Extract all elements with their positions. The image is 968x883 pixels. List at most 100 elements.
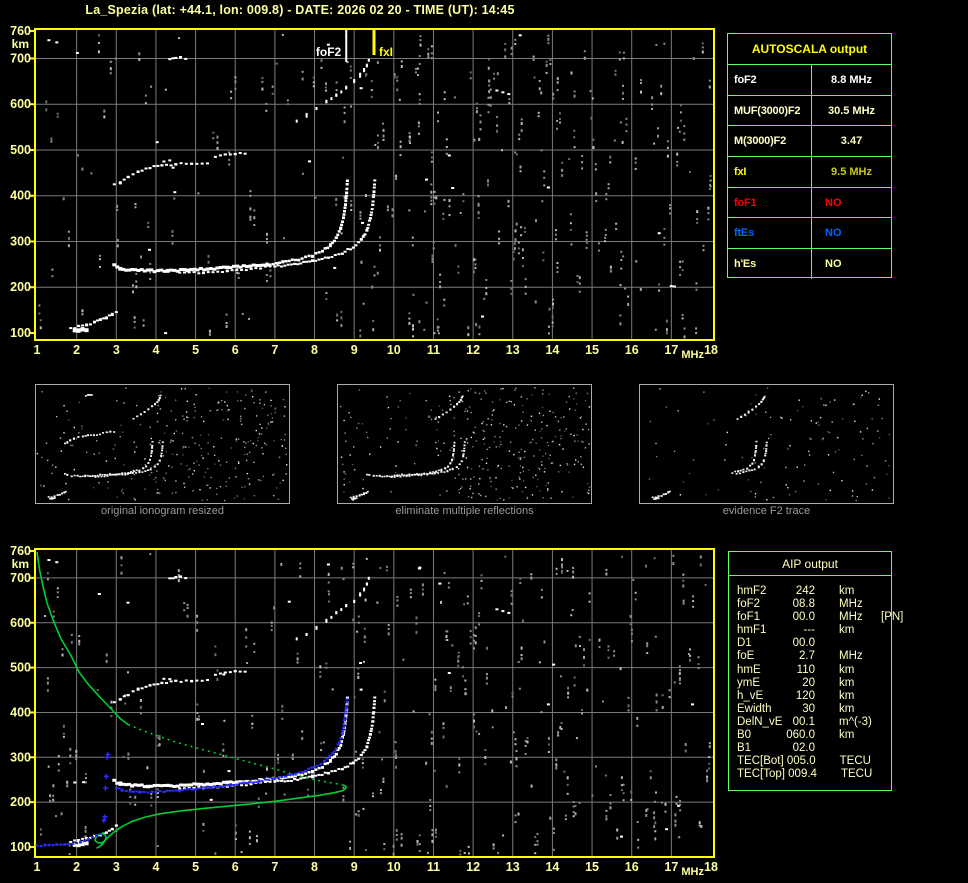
aip-extra [883, 768, 891, 781]
svg-text:2: 2 [73, 343, 80, 357]
parameter-label: fxI [728, 157, 812, 187]
aip-table-rows: hmF2 242 km foF2 08.8 MHz foF1 00.0 MHz [PN] hmF1 -… [729, 576, 903, 781]
aip-unit: km [839, 624, 855, 637]
aip-label: ymE [737, 676, 760, 689]
aip-extra [882, 755, 891, 768]
svg-text:13: 13 [506, 343, 520, 357]
autoscaled-trace-blue [35, 698, 349, 848]
aip-value: 08.8 [792, 598, 815, 611]
parameter-label: foF1 [728, 187, 812, 218]
aip-row-tecbot: TEC[Bot] 005.0 TECU [737, 755, 891, 768]
ionogram-white-traces [47, 39, 550, 333]
aip-extra [881, 716, 891, 729]
aip-label: foF2 [737, 598, 761, 611]
aip-value: 009.4 [788, 768, 817, 781]
svg-text:760: 760 [10, 544, 31, 558]
aip-label: hmF2 [737, 585, 767, 597]
aip-extra [881, 703, 891, 716]
background-noise [38, 33, 712, 339]
aip-unit: MHz [839, 611, 863, 624]
aip-value: 20 [802, 676, 815, 689]
svg-text:MHz: MHz [681, 866, 704, 878]
parameter-label: h'Es [728, 249, 812, 279]
aip-value: 30 [802, 702, 815, 715]
x-axis-labels: 1 2 3 4 5 6 7 8 9 10 11 12 13 14 15 16 17 18MHz [34, 860, 718, 878]
aip-extra [881, 637, 891, 650]
aip-extra [881, 664, 891, 677]
svg-text:7: 7 [271, 860, 278, 874]
svg-text:11: 11 [427, 860, 440, 874]
svg-text:7: 7 [271, 343, 278, 357]
aip-value: 2.7 [799, 650, 815, 663]
aip-row-fof2: foF2 08.8 MHz [737, 598, 891, 611]
parameter-label: foF2 [728, 65, 812, 95]
parameter-value: NO [825, 196, 842, 209]
thumbnail-traces [651, 395, 768, 500]
thumbnail-caption-eliminate: eliminate multiple reflections [395, 505, 534, 517]
aip-unit: MHz [839, 598, 863, 611]
svg-text:10: 10 [387, 343, 401, 357]
svg-text:18: 18 [704, 343, 718, 357]
svg-text:11: 11 [427, 343, 440, 357]
svg-text:760: 760 [10, 24, 31, 38]
x-axis-labels: 1 2 3 4 5 6 7 8 9 10 11 12 13 14 15 16 17 18MHz [34, 343, 718, 361]
aip-row-tectop: TEC[Top] 009.4 TECU [737, 768, 891, 781]
y-axis-labels: 760 700 600 500 400 300 200 100 km [10, 544, 31, 854]
svg-text:700: 700 [10, 51, 31, 65]
svg-text:MHz: MHz [681, 349, 704, 361]
svg-text:16: 16 [625, 860, 639, 874]
svg-text:10: 10 [387, 860, 401, 874]
autoscala-table-title: AUTOSCALA output [751, 42, 868, 56]
aip-label: TEC[Top] [737, 768, 785, 781]
autoscala-row-ftes: ftEs NO [728, 217, 891, 249]
svg-text:17: 17 [664, 860, 678, 874]
parameter-value: NO [825, 257, 842, 270]
svg-text:700: 700 [10, 571, 31, 585]
foF2-marker-label: foF2 [316, 45, 342, 59]
aip-output-table: AIP output hmF2 242 km foF2 08.8 MHz foF1 00.0 M… [728, 551, 903, 791]
aip-unit: TECU [839, 755, 871, 768]
aip-extra [881, 742, 891, 755]
aip-row-hme: hmE 110 km [737, 664, 891, 677]
thumbnail-noise [340, 387, 591, 501]
gridlines [35, 549, 714, 857]
autoscala-row-fof2: foF2 8.8 MHz [728, 64, 891, 95]
svg-text:200: 200 [10, 280, 31, 294]
parameter-value: 8.8 MHz [831, 73, 872, 86]
bottom-ionogram-plot: 760700600500400300200100km1 2 3 4 5 6 7 8 9 10 11 1… [10, 544, 718, 878]
svg-text:km: km [12, 557, 29, 571]
aip-value: 110 [796, 663, 815, 676]
svg-text:8: 8 [311, 860, 318, 874]
thumbnail-eliminate-reflections-image [340, 387, 591, 501]
thumbnail-noise [36, 387, 288, 502]
aip-label: D1 [737, 637, 752, 650]
svg-text:9: 9 [351, 860, 358, 874]
autoscala-row-m3000f2: M(3000)F2 3.47 [728, 125, 891, 157]
svg-text:12: 12 [466, 860, 480, 874]
aip-label: TEC[Bot] [737, 755, 784, 768]
svg-text:3: 3 [113, 343, 120, 357]
aip-unit: km [839, 663, 855, 676]
autoscala-app: La_Spezia (lat: +44.1, lon: 009.8) - DAT… [0, 0, 968, 883]
aip-row-yme: ymE 20 km [737, 677, 891, 690]
aip-unit: km [839, 729, 855, 742]
thumbnail-evidence-f2-image [648, 387, 891, 502]
aip-extra [881, 585, 891, 598]
aip-label: DelN_vE [737, 715, 783, 728]
svg-text:5: 5 [192, 860, 199, 874]
aip-value: 120 [795, 689, 815, 702]
thumbnail-original-ionogram [35, 384, 290, 504]
ionogram-white-traces [47, 559, 550, 848]
svg-text:500: 500 [10, 143, 31, 157]
aip-extra [881, 650, 891, 663]
thumbnail-original-ionogram-image [36, 387, 288, 502]
svg-text:5: 5 [192, 343, 199, 357]
thumbnail-evidence-f2 [639, 384, 894, 504]
aip-label: hmF1 [737, 624, 767, 637]
aip-row-fof1: foF1 00.0 MHz [PN] [737, 611, 903, 624]
svg-text:14: 14 [545, 343, 559, 357]
autoscala-row-hes: h'Es NO [728, 248, 891, 279]
aip-unit: MHz [839, 650, 863, 663]
svg-text:100: 100 [10, 326, 31, 340]
thumbnail-noise [648, 387, 891, 502]
